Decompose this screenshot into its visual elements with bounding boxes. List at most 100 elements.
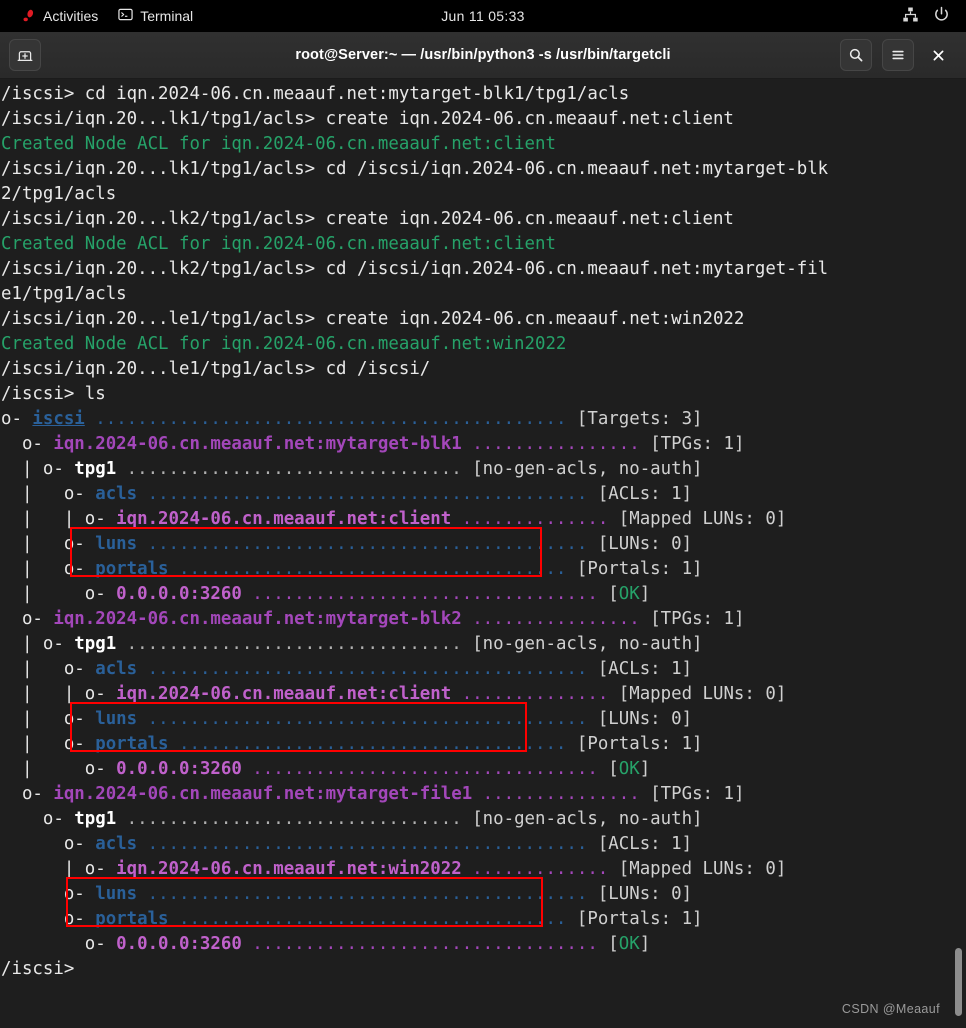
terminal-span: [242, 584, 252, 604]
terminal-span: o-: [1, 434, 54, 454]
terminal-span: e1/tpg1/acls: [1, 284, 127, 304]
terminal-span: 2/tpg1/acls: [1, 184, 117, 204]
terminal-span: | o-: [1, 634, 75, 654]
terminal-span: ........................................…: [147, 534, 588, 554]
terminal-span: ................: [472, 434, 640, 454]
network-icon[interactable]: [902, 6, 919, 26]
terminal-span: .....................................: [179, 909, 567, 929]
terminal-span: ..............: [461, 509, 609, 529]
terminal-span: [: [597, 584, 619, 604]
power-icon[interactable]: [933, 6, 950, 26]
search-button[interactable]: [840, 39, 872, 71]
terminal-span: [137, 834, 147, 854]
terminal-span: ................................: [126, 809, 462, 829]
terminal-span: [Mapped LUNs: 0]: [608, 509, 787, 529]
gnome-footprint-icon: [22, 9, 36, 23]
terminal-line: e1/tpg1/acls: [0, 282, 828, 307]
terminal-span: o-: [1, 409, 33, 429]
terminal-span: | o-: [1, 534, 96, 554]
terminal-span: ...............: [482, 784, 640, 804]
terminal-span: ........................................…: [147, 709, 588, 729]
terminal-span: [472, 784, 482, 804]
terminal-line: | | o- iqn.2024-06.cn.meaauf.net:client …: [0, 682, 828, 707]
terminal-span: [462, 859, 472, 879]
terminal-span: ................................: [126, 634, 462, 654]
terminal-span: [ACLs: 1]: [587, 659, 693, 679]
terminal-line: /iscsi/iqn.20...lk1/tpg1/acls> create iq…: [0, 107, 828, 132]
new-tab-button[interactable]: [9, 39, 41, 71]
terminal-line: Created Node ACL for iqn.2024-06.cn.meaa…: [0, 332, 828, 357]
terminal-span: | o-: [1, 759, 117, 779]
terminal-span: o-: [1, 809, 75, 829]
terminal-output-area[interactable]: /iscsi> cd iqn.2024-06.cn.meaauf.net:myt…: [0, 79, 966, 1028]
terminal-span: ........................................…: [147, 484, 588, 504]
terminal-span: [ACLs: 1]: [587, 484, 693, 504]
window-title: root@Server:~ — /usr/bin/python3 -s /usr…: [295, 47, 671, 63]
terminal-line: /iscsi> ls: [0, 382, 828, 407]
terminal-span: ................................: [126, 459, 462, 479]
terminal-span: iqn.2024-06.cn.meaauf.net:client: [116, 509, 452, 529]
terminal-span: iqn.2024-06.cn.meaauf.net:mytarget-blk1: [53, 434, 462, 454]
system-status-area[interactable]: [902, 6, 966, 26]
scrollbar[interactable]: [953, 79, 965, 1028]
terminal-line: o- iscsi ...............................…: [0, 407, 828, 432]
terminal-line: | o- acls ..............................…: [0, 657, 828, 682]
terminal-span: Created Node ACL for iqn.2024-06.cn.meaa…: [1, 334, 567, 354]
terminal-line: | o- 0.0.0.0:3260 ......................…: [0, 757, 828, 782]
hamburger-menu-button[interactable]: [882, 39, 914, 71]
terminal-line: | o- portals ...........................…: [0, 557, 828, 582]
activities-button[interactable]: Activities: [12, 0, 108, 32]
terminal-span: [no-gen-acls, no-auth]: [461, 459, 703, 479]
terminal-line: | o- acls ..............................…: [0, 482, 828, 507]
close-button[interactable]: [924, 41, 952, 69]
terminal-span: | | o-: [1, 509, 117, 529]
terminal-span: iqn.2024-06.cn.meaauf.net:mytarget-file1: [53, 784, 473, 804]
terminal-span: OK: [618, 584, 640, 604]
terminal-span: o-: [1, 884, 96, 904]
terminal-span: [LUNs: 0]: [587, 534, 693, 554]
terminal-span: portals: [95, 734, 169, 754]
terminal-span: ]: [639, 934, 651, 954]
terminal-span: [116, 459, 126, 479]
terminal-span: o-: [1, 934, 117, 954]
terminal-span: .................................: [252, 934, 598, 954]
terminal-span: /iscsi/iqn.20...lk1/tpg1/acls> cd /iscsi…: [1, 159, 829, 179]
terminal-span: | o-: [1, 584, 117, 604]
terminal-line: o- iqn.2024-06.cn.meaauf.net:mytarget-bl…: [0, 607, 828, 632]
terminal-span: Created Node ACL for iqn.2024-06.cn.meaa…: [1, 134, 556, 154]
terminal-line: o- iqn.2024-06.cn.meaauf.net:mytarget-bl…: [0, 432, 828, 457]
terminal-span: /iscsi> cd iqn.2024-06.cn.meaauf.net:myt…: [1, 84, 630, 104]
app-menu-terminal[interactable]: Terminal: [108, 0, 203, 32]
terminal-span: ..............: [461, 684, 609, 704]
terminal-span: [Portals: 1]: [566, 559, 703, 579]
watermark: CSDN @Meaauf: [841, 1002, 940, 1016]
terminal-span: .....................................: [179, 734, 567, 754]
terminal-span: /iscsi/iqn.20...le1/tpg1/acls> cd /iscsi…: [1, 359, 431, 379]
terminal-span: [137, 484, 147, 504]
terminal-span: [LUNs: 0]: [587, 709, 693, 729]
terminal-span: [169, 734, 179, 754]
terminal-span: [169, 909, 179, 929]
terminal-span: | o-: [1, 484, 96, 504]
terminal-span: [137, 709, 147, 729]
terminal-span: acls: [95, 834, 138, 854]
terminal-span: [Mapped LUNs: 0]: [608, 859, 787, 879]
scrollbar-thumb[interactable]: [955, 948, 962, 1016]
terminal-span: ]: [639, 759, 651, 779]
app-menu-label: Terminal: [140, 8, 194, 24]
terminal-span: | | o-: [1, 684, 117, 704]
terminal-span: o-: [1, 609, 54, 629]
terminal-line: /iscsi/iqn.20...le1/tpg1/acls> create iq…: [0, 307, 828, 332]
terminal-span: luns: [95, 884, 138, 904]
terminal-line: o- 0.0.0.0:3260 ........................…: [0, 932, 828, 957]
terminal-span: | o-: [1, 734, 96, 754]
terminal-span: acls: [95, 659, 138, 679]
terminal-span: [TPGs: 1]: [639, 784, 745, 804]
terminal-span: | o-: [1, 559, 96, 579]
terminal-span: [Portals: 1]: [566, 909, 703, 929]
terminal-span: [462, 434, 472, 454]
terminal-span: [no-gen-acls, no-auth]: [461, 634, 703, 654]
terminal-line: /iscsi/iqn.20...lk2/tpg1/acls> cd /iscsi…: [0, 257, 828, 282]
terminal-line: | o- tpg1 ..............................…: [0, 457, 828, 482]
window-titlebar[interactable]: root@Server:~ — /usr/bin/python3 -s /usr…: [0, 32, 966, 79]
